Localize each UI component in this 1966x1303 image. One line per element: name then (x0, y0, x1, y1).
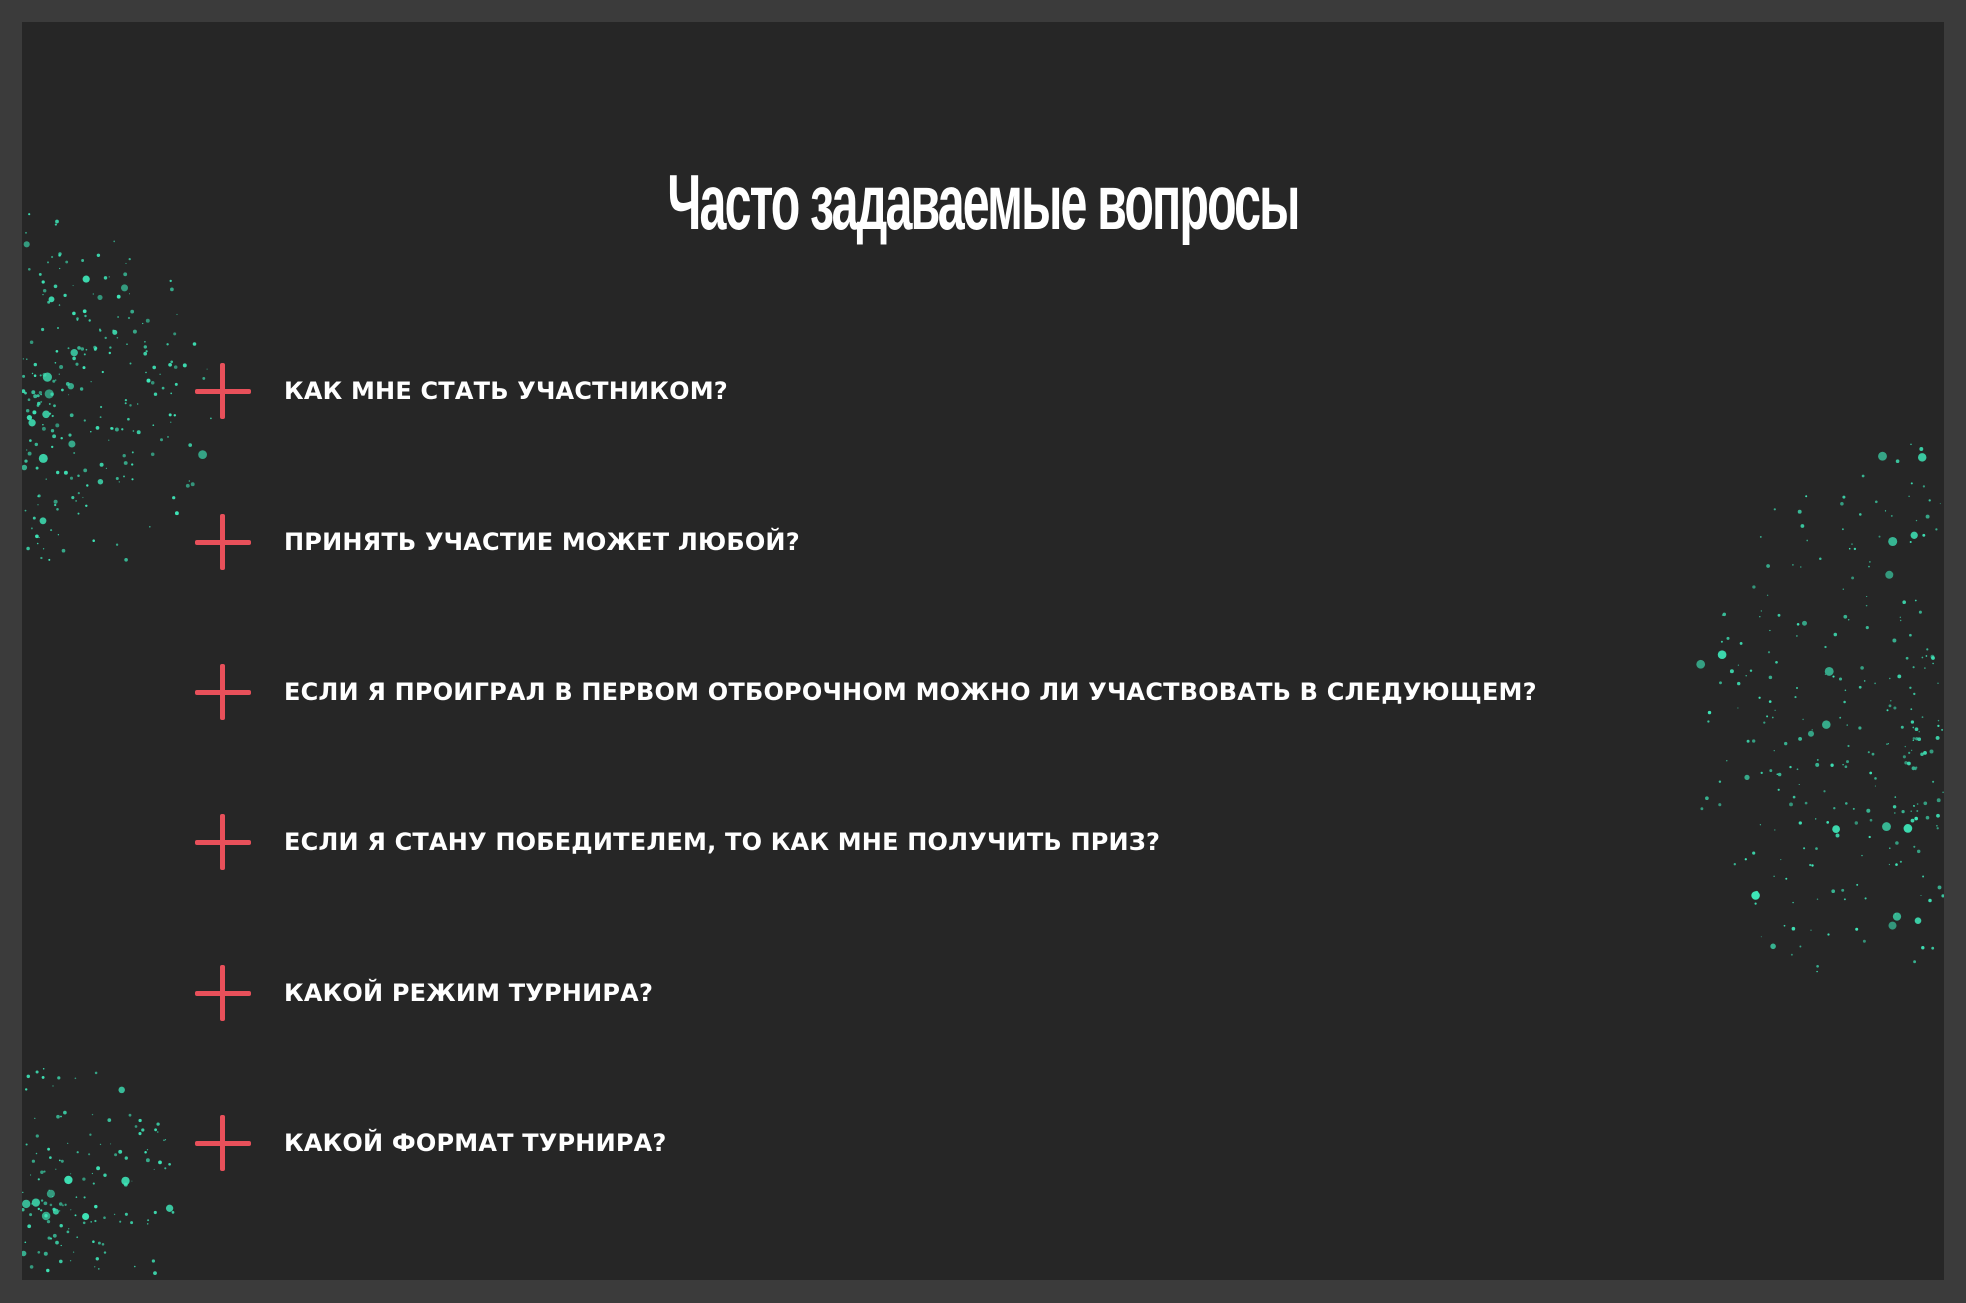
faq-question[interactable]: ЕСЛИ Я ПРОИГРАЛ В ПЕРВОМ ОТБОРОЧНОМ МОЖН… (284, 678, 1537, 706)
faq-question[interactable]: ПРИНЯТЬ УЧАСТИЕ МОЖЕТ ЛЮБОЙ? (284, 528, 800, 556)
faq-question[interactable]: КАКОЙ РЕЖИМ ТУРНИРА? (284, 979, 653, 1007)
plus-icon[interactable] (195, 814, 251, 870)
faq-item[interactable]: ЕСЛИ Я СТАНУ ПОБЕДИТЕЛЕМ, ТО КАК МНЕ ПОЛ… (195, 812, 1160, 872)
faq-question[interactable]: КАКОЙ ФОРМАТ ТУРНИРА? (284, 1129, 667, 1157)
faq-item[interactable]: КАК МНЕ СТАТЬ УЧАСТНИКОМ? (195, 361, 728, 421)
plus-icon[interactable] (195, 965, 251, 1021)
plus-icon[interactable] (195, 363, 251, 419)
plus-icon[interactable] (195, 664, 251, 720)
faq-list: КАК МНЕ СТАТЬ УЧАСТНИКОМ? ПРИНЯТЬ УЧАСТИ… (22, 22, 1944, 1280)
plus-icon[interactable] (195, 514, 251, 570)
faq-item[interactable]: КАКОЙ ФОРМАТ ТУРНИРА? (195, 1113, 667, 1173)
faq-item[interactable]: ЕСЛИ Я ПРОИГРАЛ В ПЕРВОМ ОТБОРОЧНОМ МОЖН… (195, 662, 1537, 722)
faq-question[interactable]: КАК МНЕ СТАТЬ УЧАСТНИКОМ? (284, 377, 728, 405)
faq-section: Часто задаваемые вопросы КАК МНЕ СТАТЬ У… (22, 22, 1944, 1280)
faq-question[interactable]: ЕСЛИ Я СТАНУ ПОБЕДИТЕЛЕМ, ТО КАК МНЕ ПОЛ… (284, 828, 1160, 856)
faq-item[interactable]: КАКОЙ РЕЖИМ ТУРНИРА? (195, 963, 653, 1023)
plus-icon[interactable] (195, 1115, 251, 1171)
faq-item[interactable]: ПРИНЯТЬ УЧАСТИЕ МОЖЕТ ЛЮБОЙ? (195, 512, 800, 572)
